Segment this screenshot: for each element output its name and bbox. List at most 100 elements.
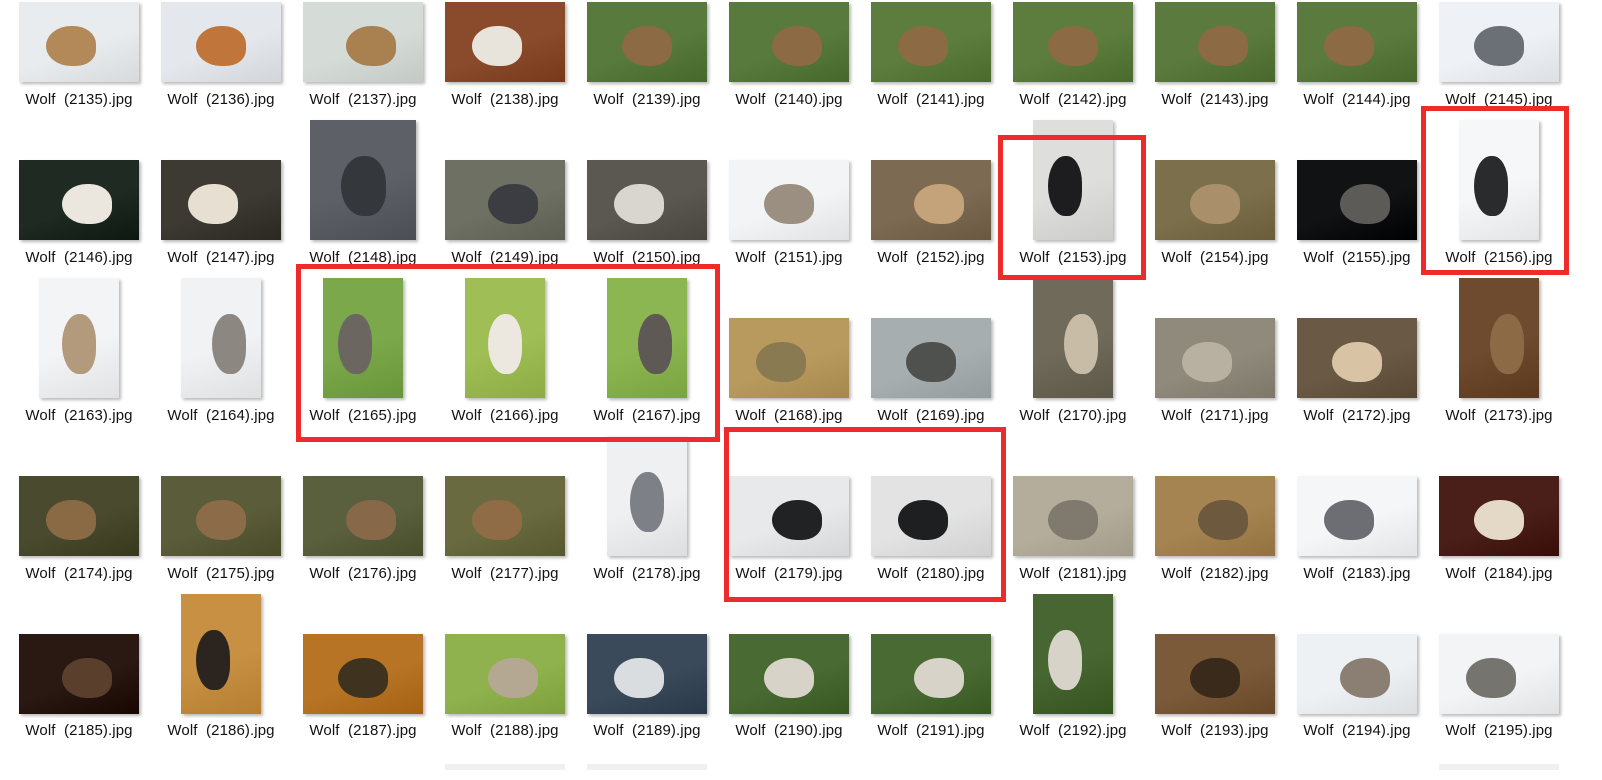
file-item[interactable]: Wolf (2136).jpg [150, 0, 292, 148]
image-thumbnail[interactable] [1155, 160, 1275, 240]
file-item[interactable]: Wolf (2154).jpg [1144, 156, 1286, 306]
image-thumbnail[interactable] [303, 2, 423, 82]
file-item[interactable]: Wolf (2171).jpg [1144, 314, 1286, 464]
image-thumbnail[interactable] [1033, 278, 1113, 398]
file-item[interactable]: Wolf (2194).jpg [1286, 630, 1428, 780]
image-thumbnail[interactable] [871, 160, 991, 240]
image-thumbnail[interactable] [729, 318, 849, 398]
file-item[interactable]: Wolf (2178).jpg [576, 436, 718, 622]
file-item[interactable]: Wolf (2166).jpg [434, 278, 576, 464]
file-item[interactable]: Wolf (2165).jpg [292, 278, 434, 464]
image-thumbnail[interactable] [1033, 120, 1113, 240]
image-thumbnail[interactable] [181, 278, 261, 398]
file-item[interactable]: Wolf (2138).jpg [434, 0, 576, 148]
file-item[interactable]: Wolf (2184).jpg [1428, 472, 1570, 622]
file-item[interactable]: Wolf (2189).jpg [576, 630, 718, 780]
image-thumbnail[interactable] [1297, 318, 1417, 398]
image-thumbnail[interactable] [1297, 634, 1417, 714]
file-item[interactable]: Wolf (2139).jpg [576, 0, 718, 148]
file-item[interactable]: Wolf (2182).jpg [1144, 472, 1286, 622]
image-thumbnail[interactable] [1439, 2, 1559, 82]
image-thumbnail[interactable] [729, 2, 849, 82]
image-thumbnail[interactable] [871, 318, 991, 398]
image-thumbnail[interactable] [1155, 2, 1275, 82]
image-thumbnail[interactable] [587, 160, 707, 240]
image-thumbnail[interactable] [39, 278, 119, 398]
file-item[interactable]: Wolf (2192).jpg [1002, 594, 1144, 780]
file-item[interactable]: Wolf (2177).jpg [434, 472, 576, 622]
image-thumbnail[interactable] [871, 2, 991, 82]
image-thumbnail[interactable] [1297, 160, 1417, 240]
file-item[interactable]: Wolf (2173).jpg [1428, 278, 1570, 464]
file-item[interactable]: Wolf (2152).jpg [860, 156, 1002, 306]
file-item[interactable]: Wolf (2186).jpg [150, 594, 292, 780]
image-thumbnail[interactable] [323, 278, 403, 398]
file-item[interactable]: Wolf (2144).jpg [1286, 0, 1428, 148]
image-thumbnail[interactable] [1297, 476, 1417, 556]
file-item[interactable]: Wolf (2140).jpg [718, 0, 860, 148]
file-item[interactable]: Wolf (2170).jpg [1002, 278, 1144, 464]
file-item[interactable]: Wolf (2191).jpg [860, 630, 1002, 780]
image-thumbnail[interactable] [445, 476, 565, 556]
image-thumbnail[interactable] [445, 2, 565, 82]
image-thumbnail[interactable] [587, 634, 707, 714]
file-item[interactable]: Wolf (2164).jpg [150, 278, 292, 464]
thumbnail-area [150, 156, 292, 240]
image-thumbnail[interactable] [445, 160, 565, 240]
image-thumbnail[interactable] [729, 160, 849, 240]
file-item[interactable]: Wolf (2179).jpg [718, 472, 860, 622]
image-thumbnail[interactable] [445, 634, 565, 714]
file-item[interactable]: Wolf (2185).jpg [8, 630, 150, 780]
image-thumbnail[interactable] [1033, 594, 1113, 714]
image-thumbnail[interactable] [465, 278, 545, 398]
image-thumbnail[interactable] [1459, 278, 1539, 398]
file-item[interactable]: Wolf (2169).jpg [860, 314, 1002, 464]
file-item[interactable]: Wolf (2176).jpg [292, 472, 434, 622]
file-item[interactable]: Wolf (2195).jpg [1428, 630, 1570, 780]
image-thumbnail[interactable] [871, 634, 991, 714]
image-thumbnail[interactable] [19, 476, 139, 556]
image-thumbnail[interactable] [1155, 634, 1275, 714]
file-item[interactable]: Wolf (2180).jpg [860, 472, 1002, 622]
image-thumbnail[interactable] [310, 120, 416, 240]
file-item[interactable]: Wolf (2163).jpg [8, 278, 150, 464]
image-thumbnail[interactable] [19, 2, 139, 82]
image-thumbnail[interactable] [871, 476, 991, 556]
file-item[interactable]: Wolf (2174).jpg [8, 472, 150, 622]
image-thumbnail[interactable] [181, 594, 261, 714]
image-thumbnail[interactable] [1439, 476, 1559, 556]
image-thumbnail[interactable] [161, 160, 281, 240]
file-item[interactable]: Wolf (2168).jpg [718, 314, 860, 464]
file-item[interactable]: Wolf (2193).jpg [1144, 630, 1286, 780]
file-item[interactable]: Wolf (2188).jpg [434, 630, 576, 780]
image-thumbnail[interactable] [729, 634, 849, 714]
image-thumbnail[interactable] [161, 2, 281, 82]
image-thumbnail[interactable] [1439, 634, 1559, 714]
image-thumbnail[interactable] [161, 476, 281, 556]
image-thumbnail[interactable] [1155, 476, 1275, 556]
image-thumbnail[interactable] [587, 2, 707, 82]
image-thumbnail[interactable] [1459, 120, 1539, 240]
file-item[interactable]: Wolf (2155).jpg [1286, 156, 1428, 306]
thumbnail-area [1428, 116, 1570, 240]
image-thumbnail[interactable] [1155, 318, 1275, 398]
image-thumbnail[interactable] [1013, 2, 1133, 82]
image-thumbnail[interactable] [19, 634, 139, 714]
image-thumbnail[interactable] [607, 278, 687, 398]
image-thumbnail[interactable] [1013, 476, 1133, 556]
file-item[interactable]: Wolf (2141).jpg [860, 0, 1002, 148]
image-thumbnail[interactable] [19, 160, 139, 240]
image-thumbnail[interactable] [729, 476, 849, 556]
image-thumbnail[interactable] [303, 634, 423, 714]
file-item[interactable]: Wolf (2143).jpg [1144, 0, 1286, 148]
file-item[interactable]: Wolf (2190).jpg [718, 630, 860, 780]
file-item[interactable]: Wolf (2151).jpg [718, 156, 860, 306]
file-item[interactable]: Wolf (2183).jpg [1286, 472, 1428, 622]
file-item[interactable]: Wolf (2135).jpg [8, 0, 150, 148]
file-item[interactable]: Wolf (2172).jpg [1286, 314, 1428, 464]
image-thumbnail[interactable] [303, 476, 423, 556]
image-thumbnail[interactable] [1297, 2, 1417, 82]
file-name-label: Wolf (2176).jpg [309, 565, 417, 582]
file-item[interactable]: Wolf (2187).jpg [292, 630, 434, 780]
image-thumbnail[interactable] [607, 436, 687, 556]
